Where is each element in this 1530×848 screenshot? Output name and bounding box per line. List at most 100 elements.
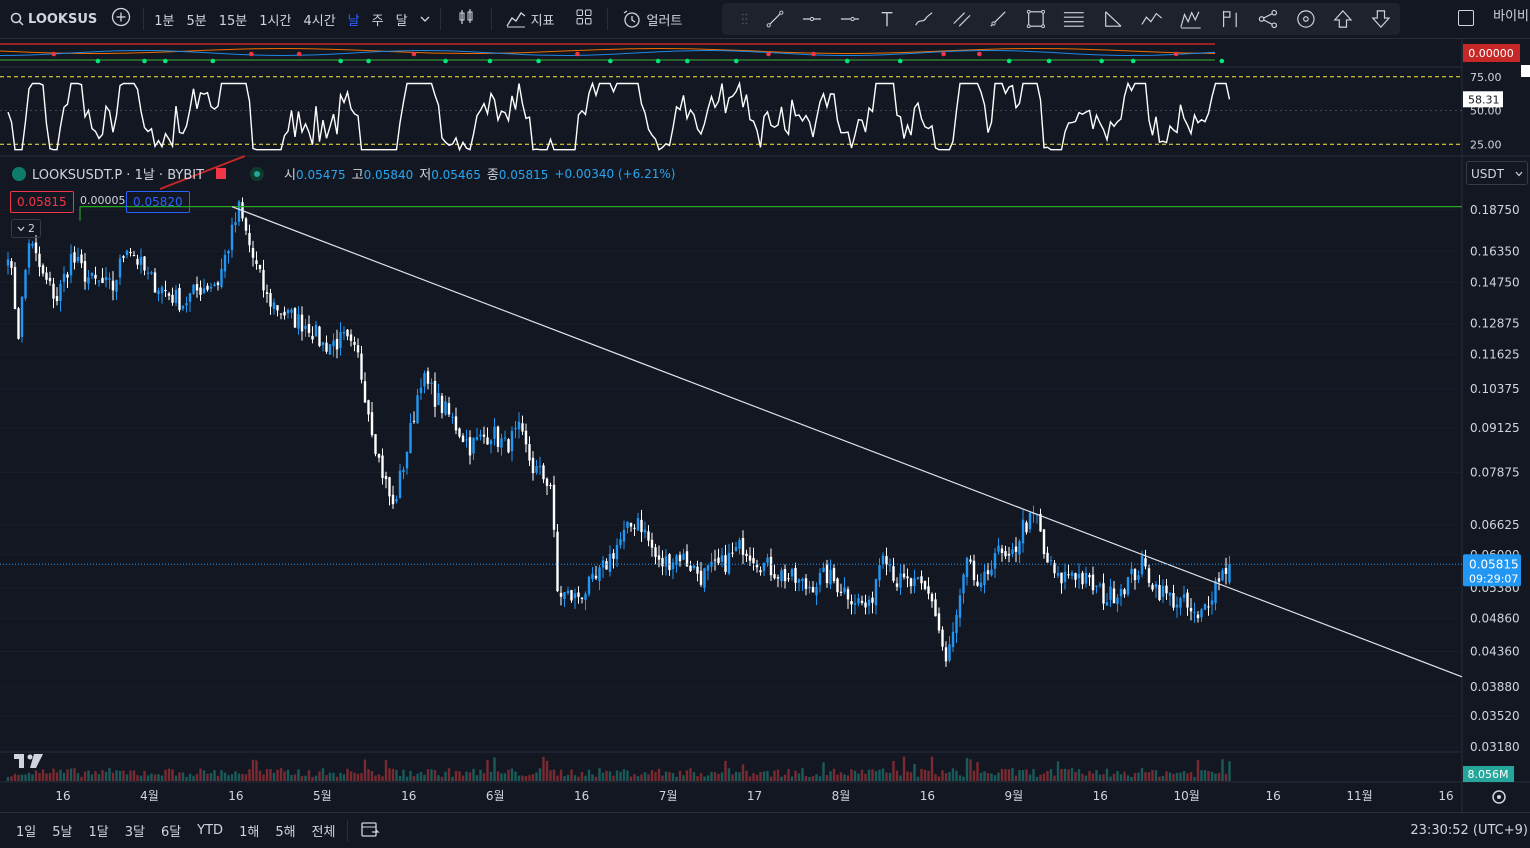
volume-bar [1140,768,1144,781]
range-button-0[interactable]: 1일 [8,821,44,840]
trend-line-icon[interactable] [766,9,784,29]
arrow-down-icon[interactable] [1371,8,1391,30]
range-button-1[interactable]: 5날 [44,821,80,840]
symbol-label: LOOKSUS [28,11,98,27]
goto-date-button[interactable] [352,819,388,843]
volume-bar [1074,771,1077,781]
candle-body [1133,569,1137,581]
volume-bar [1056,761,1060,781]
volume-bar [367,769,370,781]
parallel-channel-icon[interactable] [952,9,972,29]
interval-button-3[interactable]: 1시간 [253,10,297,29]
drag-handle-icon[interactable] [741,12,748,26]
settings-icon[interactable] [1492,790,1506,804]
candle-body [1193,611,1196,614]
calendar-arrow-icon [361,821,381,837]
candle-body [818,572,822,585]
legend-symbol[interactable]: LOOKSUSDT.P · 1날 · BYBIT [32,164,204,183]
range-button-7[interactable]: 5해 [267,821,303,840]
volume-bar [766,771,769,781]
alerts-button[interactable]: 얼러트 [612,9,693,29]
interval-button-7[interactable]: 달 [390,10,414,29]
interval-button-5[interactable]: 날 [342,10,366,29]
volume-bar [1018,770,1021,781]
flag-icon[interactable] [216,168,227,179]
horizontal-line-icon[interactable] [802,9,822,29]
symbol-search-button[interactable]: LOOKSUS [0,12,103,27]
signal-dot [1006,58,1012,64]
volume-bar [437,775,440,781]
indicators-button[interactable]: 지표 [496,10,565,29]
volume-bar [1035,776,1039,781]
interval-button-0[interactable]: 1분 [148,10,180,29]
forecast-icon[interactable] [1220,8,1240,30]
scrollbar-thumb[interactable] [1521,65,1530,77]
candle-body [332,340,335,347]
volume-bar [52,768,55,781]
volume-bar [545,760,549,781]
range-button-5[interactable]: YTD [189,823,231,838]
price-chart[interactable]: 0.00000 75.0050.0025.0058.31 0.187500.16… [0,39,1530,812]
exchange-label[interactable]: 바이비 [1493,5,1529,24]
range-button-4[interactable]: 6달 [153,821,189,840]
candle-body [577,592,580,597]
buy-price-button[interactable]: 0.05820 [126,191,190,213]
candle-body [367,400,370,415]
volume-bar [748,776,752,781]
fib-retracement-icon[interactable] [1063,9,1085,29]
volume-bar [13,773,17,781]
price-tick-label: 0.03880 [1470,680,1520,694]
candle-body [734,546,738,552]
brush-icon[interactable] [914,9,934,29]
rectangle-icon[interactable] [1026,8,1046,30]
volume-bar [972,770,976,781]
interval-button-6[interactable]: 주 [366,10,390,29]
volume-bar [489,771,493,781]
volume-bar [857,773,860,781]
layouts-button[interactable] [565,8,603,30]
share-nodes-icon[interactable] [1258,8,1278,30]
volume-bar [164,769,167,781]
target-icon[interactable] [1296,8,1316,30]
range-button-2[interactable]: 1달 [80,821,116,840]
range-button-8[interactable]: 전체 [304,821,344,840]
text-tool-icon[interactable] [878,9,896,29]
volume-bar [794,770,797,781]
horizontal-ray-icon[interactable] [840,9,860,29]
candle-body [52,283,55,299]
exchange-logo-icon [12,166,26,181]
candle-body [584,593,587,600]
indicator-collapse-button[interactable]: 2 [11,219,41,238]
candle-body [339,331,342,348]
volume-bar [790,776,794,781]
interval-button-4[interactable]: 4시간 [297,10,341,29]
volume-bar [699,773,703,781]
range-button-3[interactable]: 3달 [117,821,153,840]
volume-bar [969,759,972,781]
interval-button-1[interactable]: 5분 [181,10,213,29]
candle-body [825,564,829,584]
elliott-wave-icon[interactable] [1180,8,1202,30]
arrow-up-icon[interactable] [1333,8,1353,30]
candle-body [377,453,381,458]
downtrend-line[interactable] [231,206,1463,678]
chart-type-button[interactable] [445,8,487,30]
volume-bar [104,771,108,781]
range-button-6[interactable]: 1해 [231,821,267,840]
compare-symbol-button[interactable] [103,7,139,31]
grid-icon [576,9,591,25]
ray-icon[interactable] [989,9,1007,29]
sell-price-button[interactable]: 0.05815 [10,191,74,213]
timezone-clock[interactable]: 23:30:52 (UTC+9) [1410,823,1528,838]
interval-button-2[interactable]: 15분 [213,10,254,29]
currency-selector[interactable]: USDT [1466,161,1528,185]
fullscreen-checkbox[interactable] [1458,10,1474,26]
volume-bar [752,773,755,781]
countdown-label: 09:29:07 [1469,572,1518,585]
signal-dot [977,51,982,57]
volume-bar [178,772,181,781]
pitchfork-icon[interactable] [1103,9,1123,29]
interval-dropdown-button[interactable] [414,12,436,27]
bottom-toolbar: 1일 5날 1달 3달 6달 YTD 1해 5해 전체 23:30:52 (UTC+9) [0,812,1530,848]
pattern-icon[interactable] [1141,9,1163,29]
